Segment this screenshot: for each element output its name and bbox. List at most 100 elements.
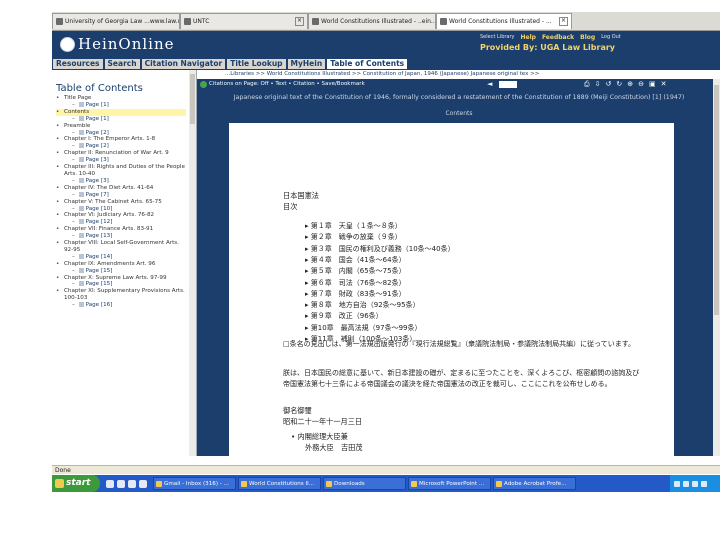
browser-tab[interactable]: World Constitutions Illustrated - ..ein.… [308, 13, 436, 29]
nav-button[interactable]: Title Lookup [227, 59, 286, 69]
chapter-link[interactable]: ▸ 第３章 国民の権利及び義務（10条～40条） [305, 244, 455, 254]
rotate-left-icon[interactable]: ↺ [605, 79, 611, 90]
viewer-toolbar: Citations on Page: Off • Text • Citation… [197, 79, 713, 90]
toc-page-link[interactable]: – Page [15] [56, 281, 186, 288]
fit-icon[interactable]: ▣ [649, 79, 656, 90]
chapter-link[interactable]: ▸ 第４章 国会（41条～64条） [305, 255, 406, 265]
toc-page-link[interactable]: – Page [13] [56, 233, 186, 240]
nav-button[interactable]: Citation Navigator [141, 59, 226, 69]
toc-page-link[interactable]: – Page [14] [56, 253, 186, 261]
chapter-link[interactable]: ▸ 第７章 財政（83条～91条） [305, 289, 406, 299]
toc-item[interactable]: Chapter II: Renunciation of War Art. 9 [56, 150, 186, 157]
page-icon [78, 281, 84, 287]
toc-page-link[interactable]: – Page [15] [56, 267, 186, 275]
breadcrumb[interactable]: ...Libraries >> World Constitutions Illu… [197, 70, 720, 79]
info-icon[interactable] [200, 81, 207, 88]
toc-page-link[interactable]: – Page [1] [56, 115, 186, 123]
zoom-in-icon[interactable]: ⊕ [627, 79, 633, 90]
toc-item[interactable]: Chapter V: The Cabinet Arts. 65-75 [56, 199, 186, 206]
page-icon [78, 115, 84, 121]
toc-item[interactable]: Chapter XI: Supplementary Provisions Art… [56, 288, 186, 302]
header-links: Select Library Help Feedback Blog Log Ou… [480, 34, 621, 41]
toc-item[interactable]: Chapter III: Rights and Duties of the Pe… [56, 164, 186, 178]
toc-item[interactable]: Chapter X: Supreme Law Arts. 97-99 [56, 275, 186, 282]
toc-item[interactable]: Chapter IX: Amendments Art. 96 [56, 261, 186, 268]
start-button[interactable]: start [52, 475, 100, 492]
toc-page-link[interactable]: – Page [10] [56, 205, 186, 213]
taskbar-window-button[interactable]: Adobe Acrobat Profe... [493, 477, 576, 490]
page-select[interactable] [499, 81, 517, 88]
toc-item[interactable]: Chapter VI: Judiciary Arts. 76-82 [56, 212, 186, 219]
feedback-link[interactable]: Feedback [542, 34, 574, 41]
taskbar-window-button[interactable]: Downloads [323, 477, 406, 490]
chapter-link[interactable]: ▸ 第２章 戦争の放棄（９条） [305, 232, 402, 242]
quick-launch-icon[interactable] [117, 479, 125, 488]
tray-icon[interactable] [683, 480, 689, 487]
toc-page-link[interactable]: – Page [1] [56, 101, 186, 109]
nav-button[interactable]: Resources [53, 59, 103, 69]
browser-tab[interactable]: World Constitutions Illustrated - ... × [436, 13, 572, 29]
quick-launch-icon[interactable] [106, 479, 114, 488]
chapter-link[interactable]: ▸ 第11章 補則（100条～103条） [305, 334, 416, 344]
toc-page-link[interactable]: – Page [12] [56, 219, 186, 226]
chapter-label: 第５章 内閣（65条～75条） [310, 267, 406, 276]
viewer-scrollbar[interactable] [713, 79, 720, 456]
nav-button[interactable]: MyHein [287, 59, 326, 69]
quick-launch-icon[interactable] [128, 479, 136, 488]
toc-page-link[interactable]: – Page [3] [56, 157, 186, 164]
taskbar-window-button[interactable]: World Constitutions Il... [238, 477, 321, 490]
chapter-link[interactable]: ▸ 第９章 改正（96条） [305, 311, 383, 321]
toc-list: Title Page– Page [1]Contents– Page [1]Pr… [56, 95, 186, 309]
tab-close-icon[interactable]: × [559, 17, 568, 26]
toc-item[interactable]: Chapter VIII: Local Self-Government Arts… [56, 240, 186, 254]
nav-button[interactable]: Search [104, 59, 140, 69]
chapter-link[interactable]: ▸ 第10章 最高法規（97条～99条） [305, 323, 421, 333]
page-icon [78, 267, 84, 273]
select-library-link[interactable]: Select Library [480, 34, 515, 41]
toc-item[interactable]: Preamble [56, 123, 186, 130]
doc-title: 日本国憲法 [283, 191, 319, 200]
zoom-out-icon[interactable]: ⊖ [638, 79, 644, 90]
browser-tab[interactable]: UNTC × [180, 13, 308, 29]
log-out-link[interactable]: Log Out [601, 34, 621, 41]
chapter-link[interactable]: ▸ 第１章 天皇（１条～８条） [305, 221, 402, 231]
heinonline-logo[interactable]: HeinOnline [78, 35, 175, 53]
chapter-label: 第１章 天皇（１条～８条） [310, 222, 402, 230]
blog-link[interactable]: Blog [580, 34, 595, 41]
toolbar-options[interactable]: Citations on Page: Off • Text • Citation… [209, 79, 365, 90]
tab-close-icon[interactable]: × [295, 17, 304, 26]
toc-item[interactable]: Chapter IV: The Diet Arts. 41-64 [56, 185, 186, 192]
quick-launch-icon[interactable] [139, 479, 147, 488]
toc-page-link[interactable]: – Page [7] [56, 191, 186, 199]
taskbar-window-button[interactable]: Gmail - Inbox (316) - ... [153, 477, 236, 490]
print-icon[interactable]: ⎙ [584, 79, 590, 90]
chapter-label: 第11章 補則（100条～103条） [310, 335, 417, 343]
help-link[interactable]: Help [521, 34, 536, 41]
start-label: start [66, 478, 91, 488]
close-icon[interactable]: ✕ [661, 79, 667, 90]
chapter-link[interactable]: ▸ 第５章 内閣（65条～75条） [305, 266, 406, 276]
toc-item[interactable]: Contents [56, 108, 186, 116]
rotate-right-icon[interactable]: ↻ [616, 79, 622, 90]
toc-item[interactable]: Chapter VII: Finance Arts. 83-91 [56, 226, 186, 233]
tray-icon[interactable] [701, 480, 707, 487]
toc-page-link[interactable]: – Page [2] [56, 143, 186, 150]
chapter-link[interactable]: ▸ 第８章 地方自治（92条～95条） [305, 300, 420, 310]
toc-scroll-thumb[interactable] [190, 74, 195, 124]
doc-preamble: 朕は、日本国民の総意に基いて、新日本建設の礎が、定まるに至つたことを、深くよろこ… [283, 369, 640, 388]
toc-item[interactable]: Title Page [56, 95, 186, 102]
toc-page-link[interactable]: – Page [2] [56, 129, 186, 137]
toc-page-link[interactable]: – Page [3] [56, 177, 186, 185]
toc-scrollbar[interactable] [189, 70, 196, 456]
system-tray [670, 475, 720, 492]
viewer-scroll-thumb[interactable] [714, 85, 719, 315]
nav-button[interactable]: Table of Contents [327, 59, 408, 69]
download-icon[interactable]: ⇩ [595, 79, 601, 90]
taskbar-window-button[interactable]: Microsoft PowerPoint ... [408, 477, 491, 490]
toc-item[interactable]: Chapter I: The Emperor Arts. 1-8 [56, 136, 186, 143]
browser-tab[interactable]: University of Georgia Law ...www.law.u..… [52, 13, 180, 29]
toc-page-link[interactable]: – Page [16] [56, 302, 186, 309]
tray-icon[interactable] [674, 480, 680, 487]
tray-icon[interactable] [692, 480, 698, 487]
chapter-link[interactable]: ▸ 第６章 司法（76条～82条） [305, 278, 406, 288]
